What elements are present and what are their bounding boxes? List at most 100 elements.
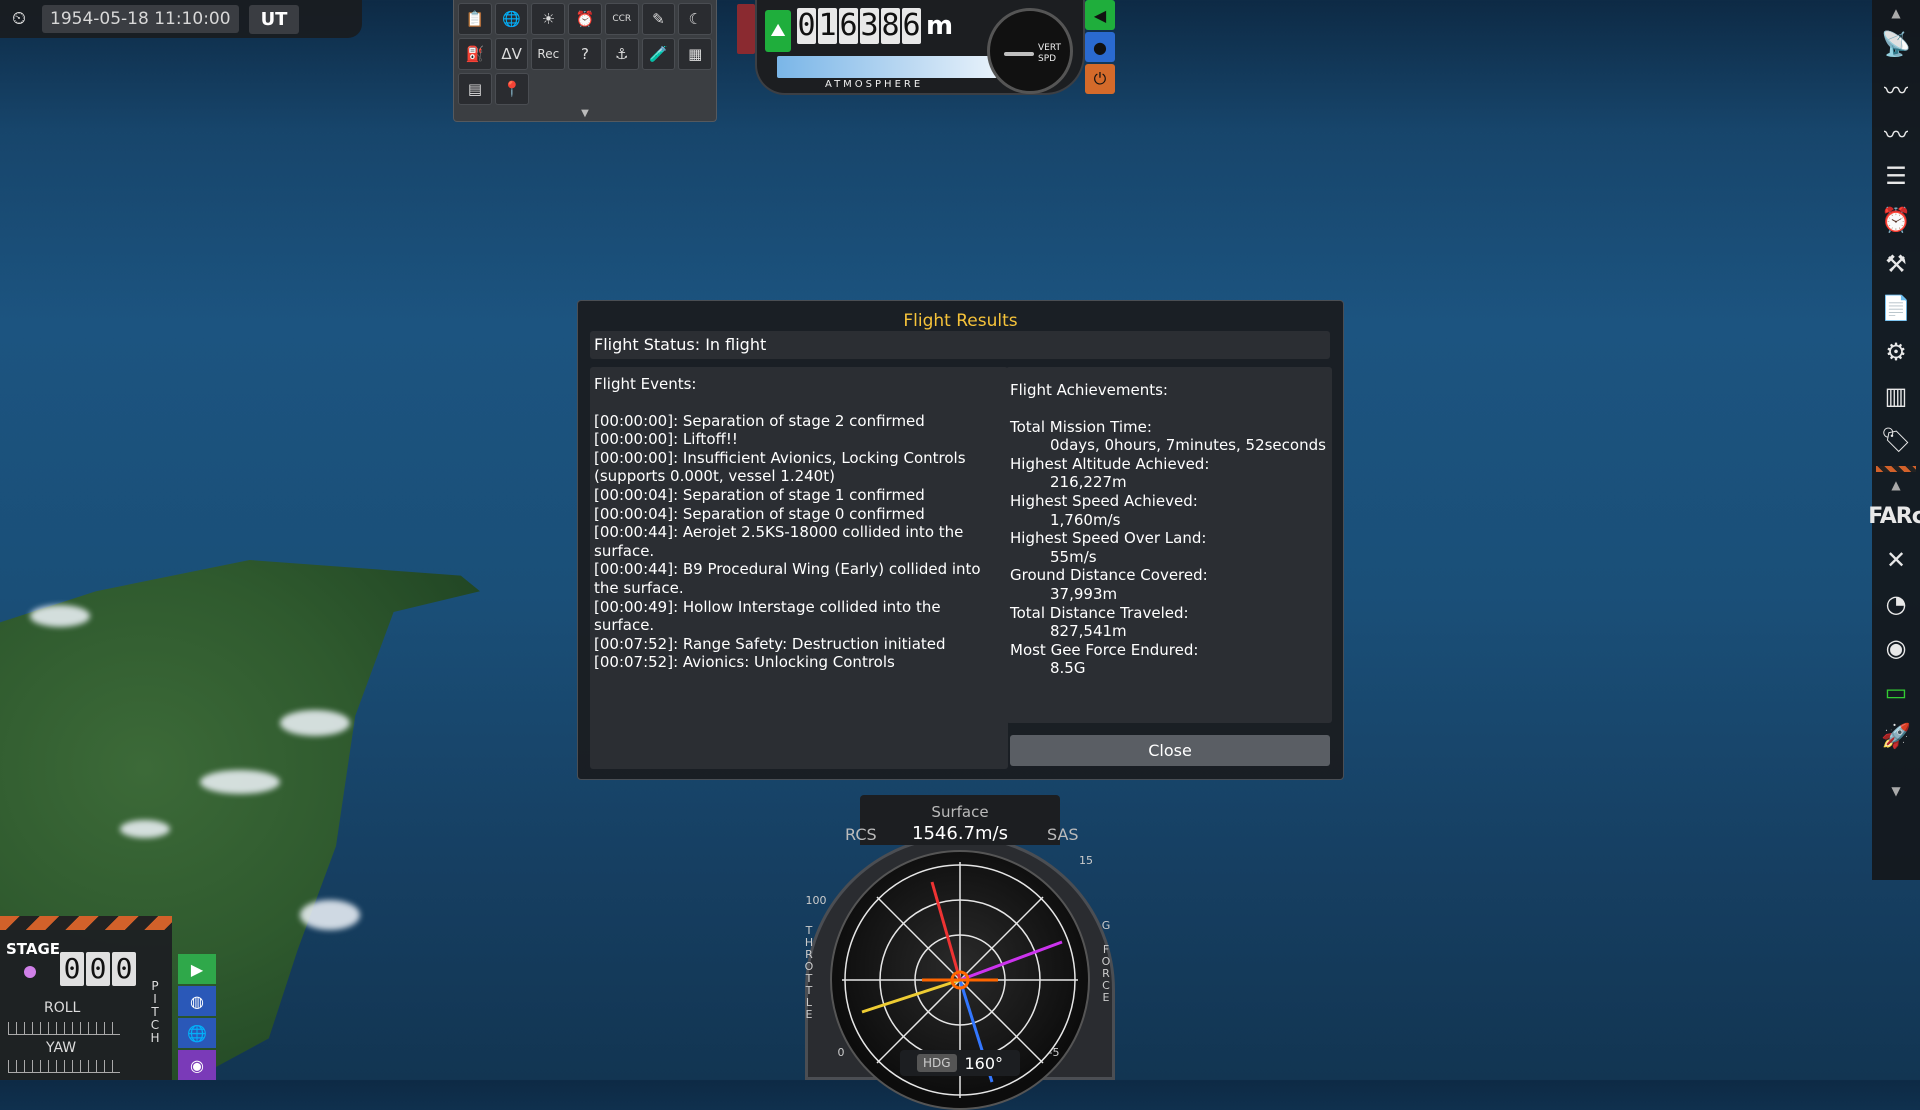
toolbar-button[interactable]: ☀: [531, 3, 566, 35]
pitch-label: PITCH: [150, 979, 160, 1045]
altitude-readout: 0 1 6 3 8 6 m: [797, 8, 953, 44]
slider-icon[interactable]: ▥: [1875, 374, 1917, 418]
altitude-digit: 6: [839, 8, 858, 44]
stage-digit: 0: [112, 952, 136, 986]
achievement-label: Most Gee Force Endured:: [1010, 640, 1199, 659]
crossed-tools-icon[interactable]: ✕: [1875, 538, 1917, 582]
achievement-value: 1,760m/s: [1050, 510, 1121, 529]
crew-icon[interactable]: ⚙: [1875, 330, 1917, 374]
toolbar-button[interactable]: ☾: [678, 3, 713, 35]
throttle-max: 100: [805, 894, 827, 907]
scroll-up-icon[interactable]: ▲: [1891, 476, 1900, 494]
cloud: [200, 770, 280, 794]
stage-digit: 0: [60, 952, 84, 986]
achievement-label: Highest Speed Achieved:: [1010, 491, 1198, 510]
flight-achievements-panel[interactable]: Flight Achievements: Total Mission Time:…: [1006, 367, 1332, 723]
tools-icon[interactable]: ⚒: [1875, 242, 1917, 286]
antenna-icon[interactable]: 📡: [1875, 22, 1917, 66]
farc-button[interactable]: FARc: [1868, 494, 1920, 538]
close-button[interactable]: Close: [1010, 735, 1330, 766]
scroll-up-icon[interactable]: ▲: [1891, 4, 1900, 22]
heading-value: 160°: [964, 1053, 1004, 1073]
action-group-buttons: ▶ ◍ 🌐 ◉: [178, 954, 216, 1082]
sas-toggle[interactable]: SAS: [1047, 825, 1079, 844]
globe-icon[interactable]: 🌐: [178, 1018, 216, 1048]
list-icon[interactable]: ☰: [1875, 154, 1917, 198]
time-mode-button[interactable]: UT: [248, 4, 300, 34]
stage-indicator-icon: [24, 966, 36, 978]
gforce-max: 15: [1079, 854, 1093, 867]
toolbar-button[interactable]: ▦: [678, 38, 713, 70]
flight-events-panel[interactable]: Flight Events: [00:00:00]: Separation of…: [590, 367, 1008, 769]
roll-scale: [8, 1022, 120, 1035]
game-clock-bar: ⏲ 1954-05-18 11:10:00 UT: [0, 0, 362, 38]
toolbar-button[interactable]: ?: [568, 38, 602, 70]
toolbar-button[interactable]: ⚓: [604, 38, 639, 70]
toolbar-button[interactable]: ⏰: [568, 3, 602, 35]
pulse-fan-icon[interactable]: 〰: [1875, 110, 1917, 154]
altitude-unit: m: [926, 11, 954, 41]
achievement-label: Ground Distance Covered:: [1010, 566, 1208, 585]
gauge-icon[interactable]: ◔: [1875, 582, 1917, 626]
atmosphere-label: ATMOSPHERE: [825, 79, 924, 90]
achievement-label: Total Distance Traveled:: [1010, 603, 1189, 622]
altitude-digit: 1: [818, 8, 837, 44]
flight-results-dialog: Flight Results Flight Status: In flight …: [577, 300, 1344, 780]
cloud: [30, 605, 90, 627]
eye-icon[interactable]: ◉: [178, 1050, 216, 1080]
rocket-icon[interactable]: 🚀: [1875, 714, 1917, 758]
ticket-icon[interactable]: 🏷: [1875, 418, 1917, 462]
game-date: 1954-05-18 11:10:00: [42, 5, 239, 33]
toolbar-button[interactable]: ΔV: [494, 38, 529, 70]
stage-counter: 0 0 0: [60, 952, 136, 986]
notes-icon[interactable]: 📄: [1875, 286, 1917, 330]
toolbar-button[interactable]: CCR: [604, 3, 639, 35]
achievements-header: Flight Achievements:: [1010, 381, 1168, 399]
gforce-label: GFORCE: [1101, 919, 1111, 1004]
scroll-down-icon[interactable]: ▼: [1891, 782, 1900, 800]
cloud: [300, 900, 360, 930]
camera-mode-icon[interactable]: ▶: [178, 954, 216, 984]
clock-settings-icon[interactable]: ⏲: [12, 9, 32, 29]
toolbar-button[interactable]: 📋: [458, 3, 492, 35]
rcs-toggle[interactable]: RCS: [845, 825, 877, 844]
event-line: [00:07:52]: Avionics: Unlocking Controls: [594, 653, 895, 672]
achievement-value: 55m/s: [1050, 547, 1097, 566]
yaw-scale: [8, 1060, 120, 1073]
toolbar-button[interactable]: 🌐: [494, 3, 529, 35]
toolbar-button[interactable]: Rec: [531, 38, 566, 70]
toolbar-expand-icon[interactable]: ▼: [581, 108, 589, 119]
toolbar-separator: [1876, 466, 1916, 472]
orbit-view-icon[interactable]: ◍: [178, 986, 216, 1016]
map-view-icon[interactable]: ●: [1085, 32, 1115, 62]
green-hud-icon[interactable]: ▭: [1875, 670, 1917, 714]
event-line: [00:00:04]: Separation of stage 1 confir…: [594, 485, 925, 504]
flight-events-header: Flight Events:: [594, 375, 697, 393]
toolbar-button[interactable]: ✎: [641, 3, 676, 35]
achievement-value: 827,541m: [1050, 622, 1127, 641]
altitude-mode-icon[interactable]: ⛰: [765, 10, 791, 52]
flight-mode-icon[interactable]: ◀: [1085, 0, 1115, 30]
event-line: [00:00:00]: Separation of stage 2 confir…: [594, 411, 925, 430]
pulse-icon[interactable]: 〰: [1875, 66, 1917, 110]
toolbar-button[interactable]: ▤: [458, 73, 492, 105]
rpm-icon[interactable]: ◉: [1875, 626, 1917, 670]
achievement-label: Total Mission Time:: [1010, 417, 1152, 436]
toolbar-button[interactable]: ⛽: [458, 38, 492, 70]
altitude-digit: 6: [902, 8, 921, 44]
achievement-value: 37,993m: [1050, 584, 1118, 603]
toolbar-button[interactable]: 📍: [495, 73, 529, 105]
alarm-icon[interactable]: ⏰: [1875, 198, 1917, 242]
event-line: [00:00:04]: Separation of stage 0 confir…: [594, 504, 925, 523]
abort-icon[interactable]: ⏻: [1085, 64, 1115, 94]
achievement-label: Highest Altitude Achieved:: [1010, 454, 1210, 473]
altimeter-side-buttons: ◀ ● ⏻: [1085, 0, 1115, 96]
cloud: [120, 820, 170, 838]
event-line: [00:00:44]: B9 Procedural Wing (Early) c…: [594, 560, 981, 597]
event-line: [00:07:52]: Range Safety: Destruction in…: [594, 634, 946, 653]
event-line: [00:00:44]: Aerojet 2.5KS-18000 collided…: [594, 523, 964, 560]
stage-hazard-stripes: [0, 916, 172, 930]
toolbar-button[interactable]: 🧪: [641, 38, 676, 70]
speed-mode-label[interactable]: Surface: [795, 803, 1125, 821]
staging-panel: STAGE 0 0 0 ROLL YAW PITCH: [0, 916, 172, 1080]
